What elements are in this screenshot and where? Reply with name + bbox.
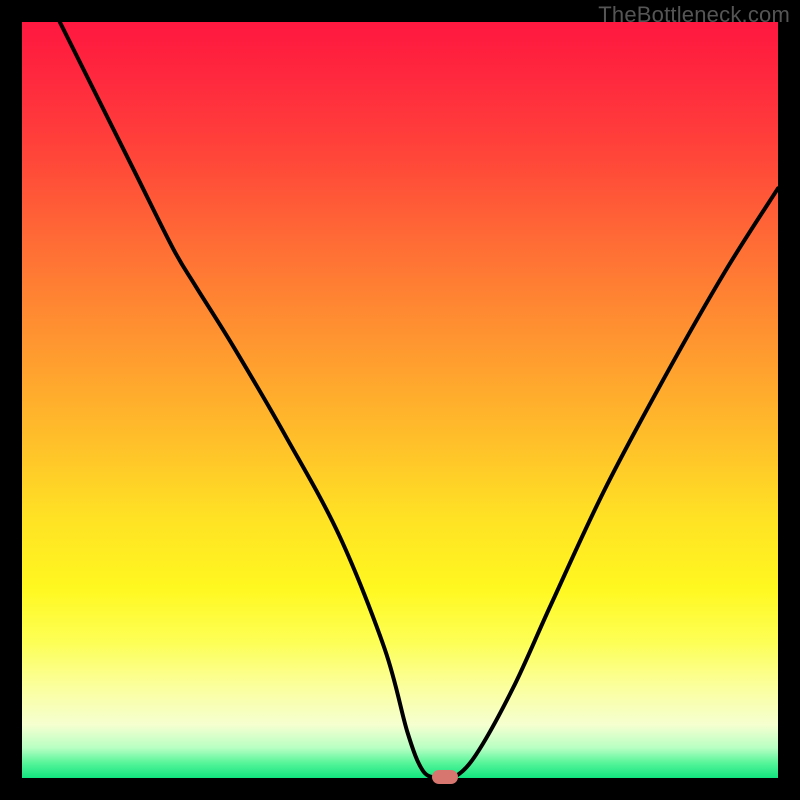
optimum-marker — [432, 770, 458, 784]
chart-frame: TheBottleneck.com — [0, 0, 800, 800]
plot-area — [22, 22, 778, 778]
bottleneck-curve — [22, 22, 778, 778]
watermark-text: TheBottleneck.com — [598, 2, 790, 28]
